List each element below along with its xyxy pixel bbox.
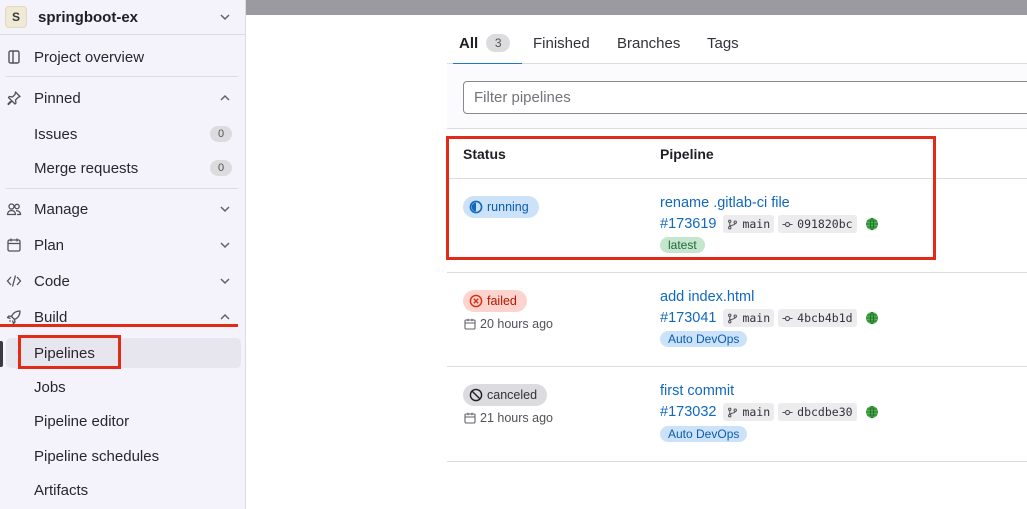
status-badge-canceled[interactable]: canceled [463, 384, 548, 406]
issues-count-badge: 0 [210, 126, 232, 142]
sidebar-section-label: Plan [34, 236, 65, 254]
tab-count-badge: 3 [486, 34, 511, 52]
project-avatar: S [5, 6, 27, 28]
calendar-icon [464, 318, 476, 330]
tab-label: Finished [533, 34, 590, 52]
commit-icon [782, 409, 793, 415]
commit-sha-text: 4bcb4b1d [797, 311, 853, 325]
sidebar-item-pipeline-editor[interactable]: Pipeline editor [0, 406, 240, 436]
project-name: springboot-ex [38, 8, 138, 26]
active-indicator [0, 341, 3, 367]
highlight-underline-build [0, 324, 238, 327]
status-badge-failed[interactable]: failed [463, 290, 527, 312]
commit-sha-text: dbcdbe30 [797, 405, 853, 419]
sidebar-item-label: Artifacts [34, 481, 89, 499]
chevron-up-icon [219, 92, 231, 104]
time-ago-text: 21 hours ago [480, 411, 553, 425]
sidebar-item-jobs[interactable]: Jobs [0, 372, 240, 402]
rocket-icon [6, 309, 22, 325]
sidebar-item-label: Merge requests [34, 159, 139, 177]
branch-ref[interactable]: main [723, 309, 775, 327]
table-divider [447, 366, 1027, 367]
sidebar-item-label: Pipeline schedules [34, 447, 160, 465]
status-failed-icon [469, 294, 483, 308]
divider [6, 188, 238, 189]
sidebar-section-code[interactable]: Code [0, 266, 240, 296]
sidebar-item-label: Issues [34, 125, 78, 143]
branch-name: main [742, 311, 771, 325]
status-label: failed [487, 294, 517, 308]
tab-label: Branches [617, 34, 681, 52]
sidebar-section-pinned[interactable]: Pinned [0, 83, 240, 113]
pipeline-tabs: All 3 Finished Branches Tags [447, 22, 1027, 65]
sidebar-item-artifacts[interactable]: Artifacts [0, 475, 240, 505]
code-icon [6, 273, 22, 289]
calendar-icon [464, 412, 476, 424]
top-bar [246, 0, 1027, 15]
sidebar-item-label: Jobs [34, 378, 66, 396]
branch-ref[interactable]: main [723, 403, 775, 421]
commit-title-link[interactable]: add index.html [660, 289, 754, 305]
branch-icon [728, 407, 738, 417]
chevron-down-icon [219, 11, 231, 23]
sidebar-item-issues[interactable]: Issues 0 [0, 119, 240, 149]
auto-devops-label: Auto DevOps [660, 426, 748, 442]
filter-pipelines-input[interactable] [463, 81, 1027, 114]
pipeline-meta: #173041 main 4bcb4b1d [660, 309, 879, 327]
sidebar-item-project-overview[interactable]: Project overview [0, 42, 240, 72]
chevron-up-icon [219, 311, 231, 323]
finished-time: 20 hours ago [464, 317, 553, 331]
sidebar-section-label: Pinned [34, 89, 81, 107]
table-divider [447, 461, 1027, 462]
sidebar-item-label: Project overview [34, 48, 145, 66]
tab-tags[interactable]: Tags [707, 22, 739, 64]
sidebar-item-label: Pipeline editor [34, 412, 130, 430]
commit-sha[interactable]: 4bcb4b1d [778, 309, 857, 327]
status-canceled-icon [469, 388, 483, 402]
status-label: canceled [487, 388, 538, 402]
time-ago-text: 20 hours ago [480, 317, 553, 331]
commit-title-link[interactable]: first commit [660, 383, 734, 399]
pipeline-meta: #173032 main dbcdbe30 [660, 403, 879, 421]
tab-finished[interactable]: Finished [533, 22, 590, 64]
sidebar-section-label: Manage [34, 200, 89, 218]
pipeline-id-link[interactable]: #173032 [660, 404, 716, 420]
globe-icon [865, 405, 878, 419]
finished-time: 21 hours ago [464, 411, 553, 425]
commit-icon [782, 315, 793, 321]
table-divider [447, 272, 1027, 273]
commit-sha[interactable]: dbcdbe30 [778, 403, 857, 421]
chevron-down-icon [219, 239, 231, 251]
globe-icon [865, 311, 878, 325]
pin-icon [6, 90, 22, 106]
tab-label: All [459, 34, 479, 52]
auto-devops-label: Auto DevOps [660, 331, 748, 347]
sidebar-section-label: Code [34, 272, 70, 290]
sidebar-item-pipeline-schedules[interactable]: Pipeline schedules [0, 441, 240, 471]
tab-branches[interactable]: Branches [617, 22, 680, 64]
project-switcher[interactable]: S springboot-ex [0, 0, 245, 35]
merge-requests-count-badge: 0 [210, 160, 232, 176]
chevron-down-icon [219, 203, 231, 215]
sidebar-section-build[interactable]: Build [0, 302, 240, 332]
users-icon [6, 201, 22, 217]
pipeline-id-link[interactable]: #173041 [660, 310, 716, 326]
project-icon [6, 49, 22, 65]
chevron-down-icon [219, 275, 231, 287]
branch-name: main [742, 405, 771, 419]
sidebar: S springboot-ex Project overview Pinned … [0, 0, 246, 509]
filter-bar [447, 64, 1027, 129]
tab-all[interactable]: All 3 [452, 22, 523, 65]
highlight-box-pipelines [18, 335, 121, 369]
sidebar-item-merge-requests[interactable]: Merge requests 0 [0, 153, 240, 183]
sidebar-section-plan[interactable]: Plan [0, 230, 240, 260]
sidebar-section-label: Build [34, 308, 68, 326]
calendar-icon [6, 237, 22, 253]
sidebar-section-manage[interactable]: Manage [0, 194, 240, 224]
branch-icon [728, 313, 738, 323]
highlight-box-running-pipeline [446, 136, 936, 260]
divider [6, 76, 238, 77]
tab-label: Tags [707, 34, 739, 52]
